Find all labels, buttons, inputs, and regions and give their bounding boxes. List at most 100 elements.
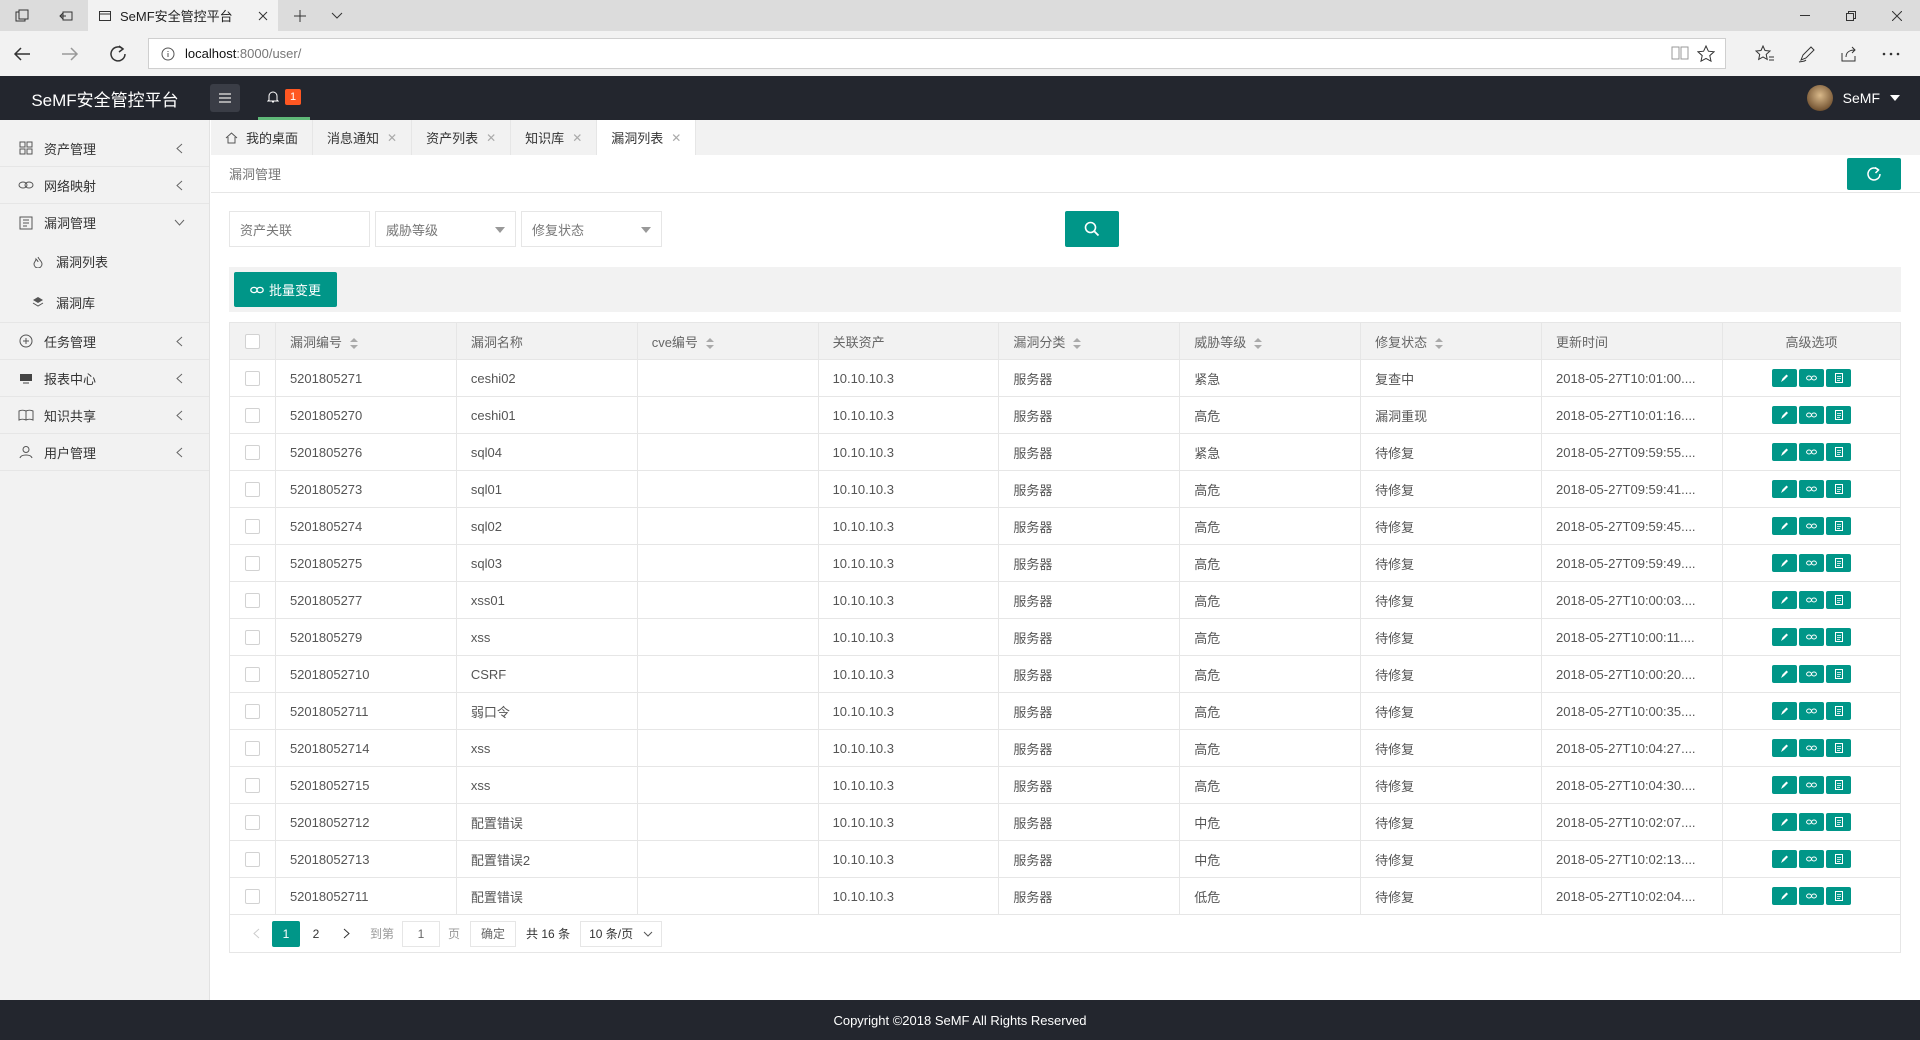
link-icon[interactable] [1799,739,1824,757]
tab-close-icon[interactable]: ✕ [387,131,397,145]
sidebar-item-vuln[interactable]: 漏洞管理 [0,204,209,241]
url-field[interactable]: localhost:8000/user/ [148,38,1726,69]
tab-notify[interactable]: 消息通知 ✕ [313,120,413,155]
browser-tab-active[interactable]: SeMF安全管控平台 [88,0,278,31]
edit-icon[interactable] [1772,739,1797,757]
tab-list-chevron-icon[interactable] [322,0,352,31]
tab-close-icon[interactable]: ✕ [572,131,582,145]
search-button[interactable] [1065,211,1119,247]
next-page-icon[interactable] [332,921,360,947]
sort-icon[interactable] [705,337,714,349]
row-checkbox[interactable] [244,703,260,719]
detail-icon[interactable] [1826,443,1851,461]
reading-view-icon[interactable] [1671,45,1689,61]
forward-icon[interactable] [52,36,88,72]
sort-icon[interactable] [349,337,358,349]
edit-icon[interactable] [1772,443,1797,461]
tab-vuln-list[interactable]: 漏洞列表 ✕ [597,120,697,155]
tab-asset-list[interactable]: 资产列表 ✕ [412,120,512,155]
user-menu[interactable]: SeMF [1806,76,1900,120]
detail-icon[interactable] [1826,591,1851,609]
edit-icon[interactable] [1772,554,1797,572]
info-icon[interactable] [161,47,175,61]
col-header-cve[interactable]: cve编号 [636,322,819,360]
row-checkbox[interactable] [244,814,260,830]
page-1-button[interactable]: 1 [272,920,300,947]
link-icon[interactable] [1799,628,1824,646]
row-checkbox[interactable] [244,777,260,793]
detail-icon[interactable] [1826,702,1851,720]
edit-icon[interactable] [1772,813,1797,831]
detail-icon[interactable] [1826,776,1851,794]
sidebar-item-network[interactable]: 网络映射 [0,167,209,204]
row-checkbox[interactable] [244,407,260,423]
row-checkbox[interactable] [244,370,260,386]
sidebar-item-knowledge[interactable]: 知识共享 [0,397,209,434]
link-icon[interactable] [1799,887,1824,905]
detail-icon[interactable] [1826,887,1851,905]
new-tab-icon[interactable] [278,0,322,31]
row-checkbox[interactable] [244,851,260,867]
detail-icon[interactable] [1826,850,1851,868]
sort-icon[interactable] [1254,337,1263,349]
link-icon[interactable] [1799,591,1824,609]
link-icon[interactable] [1799,850,1824,868]
detail-icon[interactable] [1826,739,1851,757]
status-filter-select[interactable]: 修复状态 [521,211,662,247]
edit-icon[interactable] [1772,517,1797,535]
edit-icon[interactable] [1772,369,1797,387]
tab-knowledge[interactable]: 知识库 ✕ [511,120,598,155]
back-icon[interactable] [4,36,40,72]
row-checkbox[interactable] [244,518,260,534]
sidebar-item-task[interactable]: 任务管理 [0,323,209,360]
link-icon[interactable] [1799,813,1824,831]
sidebar-item-report[interactable]: 报表中心 [0,360,209,397]
tab-close-icon[interactable]: ✕ [486,131,496,145]
row-checkbox[interactable] [244,888,260,904]
favorites-hub-icon[interactable] [1746,38,1784,69]
menu-toggle-icon[interactable] [210,84,240,112]
sort-icon[interactable] [1435,337,1444,349]
edit-icon[interactable] [1772,702,1797,720]
row-checkbox[interactable] [244,592,260,608]
detail-icon[interactable] [1826,517,1851,535]
row-checkbox[interactable] [244,629,260,645]
link-icon[interactable] [1799,702,1824,720]
favorite-star-icon[interactable] [1697,44,1715,63]
detail-icon[interactable] [1826,813,1851,831]
tab-actions-icon[interactable] [0,0,44,31]
col-header-id[interactable]: 漏洞编号 [274,322,457,360]
refresh-button[interactable] [1847,158,1901,190]
goto-confirm-button[interactable]: 确定 [470,920,517,947]
edit-icon[interactable] [1772,406,1797,424]
link-icon[interactable] [1799,517,1824,535]
row-checkbox[interactable] [244,666,260,682]
detail-icon[interactable] [1826,665,1851,683]
edit-icon[interactable] [1772,887,1797,905]
restore-icon[interactable] [1828,0,1874,31]
link-icon[interactable] [1799,443,1824,461]
sidebar-item-vuln-list[interactable]: 漏洞列表 [0,241,209,282]
link-icon[interactable] [1799,554,1824,572]
link-icon[interactable] [1799,480,1824,498]
edit-icon[interactable] [1772,628,1797,646]
row-checkbox[interactable] [244,444,260,460]
detail-icon[interactable] [1826,480,1851,498]
close-window-icon[interactable] [1874,0,1920,31]
sidebar-item-vuln-lib[interactable]: 漏洞库 [0,282,209,323]
edit-icon[interactable] [1772,850,1797,868]
edit-icon[interactable] [1772,665,1797,683]
sort-icon[interactable] [1073,337,1082,349]
col-header-status[interactable]: 修复状态 [1360,322,1543,360]
asset-filter-input[interactable]: 资产关联 [229,211,370,247]
edit-icon[interactable] [1772,776,1797,794]
prev-page-icon[interactable] [242,921,270,947]
col-header-category[interactable]: 漏洞分类 [998,322,1181,360]
share-icon[interactable] [1830,38,1868,69]
row-checkbox[interactable] [244,555,260,571]
link-icon[interactable] [1799,406,1824,424]
link-icon[interactable] [1799,776,1824,794]
close-tab-icon[interactable] [258,11,268,21]
set-aside-tabs-icon[interactable] [44,0,88,31]
link-icon[interactable] [1799,369,1824,387]
